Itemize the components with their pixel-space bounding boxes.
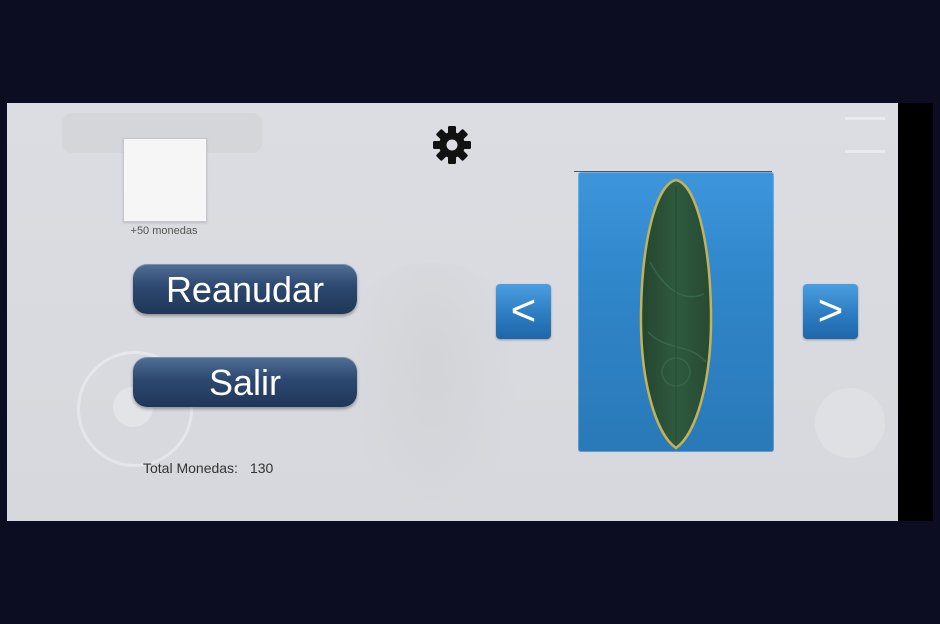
game-viewport: +50 monedas Reanudar Salir Total Monedas… [7, 103, 898, 521]
surfboard-image [639, 178, 713, 450]
exit-button[interactable]: Salir [133, 357, 357, 407]
coins-total: Total Monedas: 130 [143, 460, 273, 476]
next-board-button[interactable]: > [803, 284, 858, 339]
board-preview [578, 172, 774, 452]
reward-label: +50 monedas [130, 225, 198, 237]
background-scene [815, 388, 885, 458]
reward-image[interactable] [123, 138, 207, 222]
coins-total-value: 130 [249, 460, 274, 476]
resume-button[interactable]: Reanudar [133, 264, 357, 314]
background-character [347, 263, 517, 521]
gear-icon[interactable] [431, 124, 473, 166]
screen-edge-bar [898, 103, 933, 521]
background-scene [845, 117, 885, 153]
previous-board-button[interactable]: < [496, 284, 551, 339]
coins-total-label: Total Monedas: [143, 460, 238, 476]
